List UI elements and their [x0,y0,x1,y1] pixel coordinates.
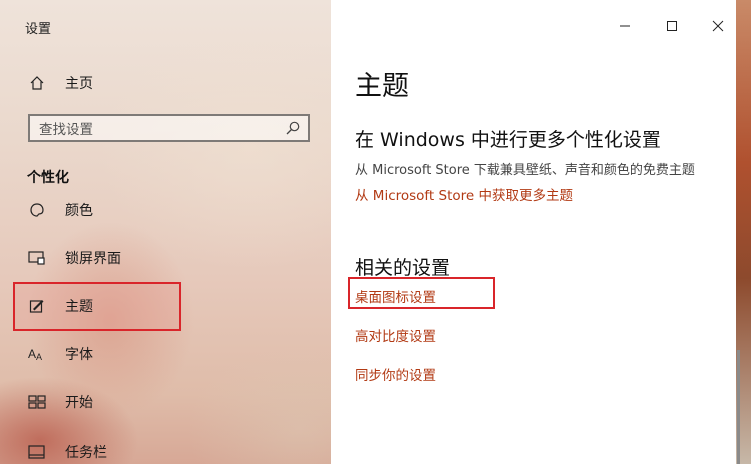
sidebar-item-label: 颜色 [65,203,93,219]
sidebar-item-taskbar[interactable]: 任务栏 [13,434,313,464]
sidebar-item-home[interactable]: 主页 [13,63,313,103]
palette-icon [27,200,47,220]
minimize-button[interactable] [612,13,638,39]
home-icon [27,73,47,93]
svg-text:A: A [28,347,36,361]
sidebar-item-label: 字体 [65,347,93,363]
sync-settings-link[interactable]: 同步你的设置 [355,364,436,384]
sidebar-item-label: 开始 [65,395,93,411]
start-menu-icon [27,392,47,412]
taskbar-icon [27,442,47,462]
close-button[interactable] [705,13,731,39]
high-contrast-settings-link[interactable]: 高对比度设置 [355,325,436,345]
windows-section-title: 在 Windows 中进行更多个性化设置 [355,129,661,151]
svg-text:A: A [36,352,42,362]
close-icon [712,20,724,32]
maximize-icon [667,21,677,31]
font-icon: AA [27,344,47,364]
search-placeholder: 查找设置 [39,122,93,138]
search-icon [286,121,300,135]
window-title: 设置 [25,22,52,37]
related-settings-title: 相关的设置 [355,257,451,279]
maximize-button[interactable] [659,13,685,39]
scrollbar-thumb[interactable] [737,350,740,464]
lock-screen-icon [27,248,47,268]
sidebar-item-start[interactable]: 开始 [13,382,313,422]
get-more-themes-link[interactable]: 从 Microsoft Store 中获取更多主题 [355,184,573,204]
sidebar-item-label: 任务栏 [65,445,107,461]
sidebar-item-lock-screen[interactable]: 锁屏界面 [13,238,313,278]
sidebar-item-fonts[interactable]: AA 字体 [13,334,313,374]
sidebar-item-colors[interactable]: 颜色 [13,200,313,220]
page-title: 主题 [355,71,409,102]
sidebar-item-theme[interactable]: 主题 [13,286,313,326]
windows-section-description: 从 Microsoft Store 下载兼具壁纸、声音和颜色的免费主题 [355,163,695,178]
search-input[interactable]: 查找设置 [28,114,310,142]
sidebar-item-label: 主题 [65,299,93,315]
minimize-icon [620,25,630,27]
theme-brush-icon [27,296,47,316]
sidebar-item-label: 主页 [65,76,93,92]
sidebar-item-label: 锁屏界面 [65,251,121,267]
desktop-icon-settings-link[interactable]: 桌面图标设置 [355,286,436,306]
section-title: 个性化 [27,170,69,186]
